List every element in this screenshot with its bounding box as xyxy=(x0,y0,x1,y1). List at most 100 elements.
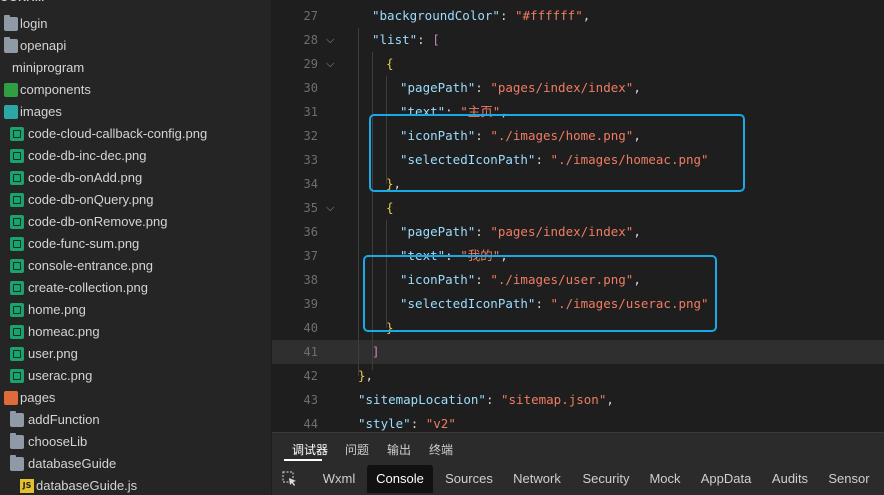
devtools-panel-tab[interactable]: Console xyxy=(367,465,433,493)
code-text: ] xyxy=(372,340,380,364)
code-token: : xyxy=(410,416,426,431)
code-token: "text" xyxy=(400,104,446,119)
tree-item[interactable]: chooseLib xyxy=(0,431,271,453)
code-text: { xyxy=(386,196,394,220)
code-text: "iconPath": "./images/home.png", xyxy=(400,124,641,148)
code-token: , xyxy=(606,392,614,407)
devtools-top-tab[interactable]: 问题 xyxy=(345,441,369,458)
devtools-panel-tab[interactable]: Network xyxy=(506,465,568,493)
line-number: 32 xyxy=(303,129,318,143)
devtools-panel-tab[interactable]: Wxml xyxy=(316,465,362,493)
devtools-top-tab[interactable]: 终端 xyxy=(429,441,453,458)
image-file-icon xyxy=(10,347,24,361)
tree-item-label: code-cloud-callback-config.png xyxy=(28,126,208,141)
tree-item[interactable]: home.png xyxy=(0,299,271,321)
tree-item[interactable]: code-db-onQuery.png xyxy=(0,189,271,211)
line-number: 41 xyxy=(303,345,318,359)
code-token: , xyxy=(633,128,641,143)
active-tab-underline xyxy=(284,459,322,461)
tree-item[interactable]: databaseGuide xyxy=(0,453,271,475)
tree-item[interactable]: code-cloud-callback-config.png xyxy=(0,123,271,145)
tree-item[interactable]: miniprogram xyxy=(0,57,271,79)
code-token: } xyxy=(358,368,366,383)
tree-item-label: create-collection.png xyxy=(28,280,148,295)
code-line[interactable]: 42}, xyxy=(272,364,884,388)
code-token: "pagePath" xyxy=(400,80,476,95)
tree-item[interactable]: images xyxy=(0,101,271,123)
code-line[interactable]: 34}, xyxy=(272,172,884,196)
code-text: "sitemapLocation": "sitemap.json", xyxy=(358,388,614,412)
code-line[interactable]: 33 "selectedIconPath": "./images/homeac.p… xyxy=(272,148,884,172)
code-token: "text" xyxy=(400,248,446,263)
tree-item[interactable]: create-collection.png xyxy=(0,277,271,299)
tree-item[interactable]: components xyxy=(0,79,271,101)
devtools-panel-tab[interactable]: Sources xyxy=(440,465,498,493)
tree-item[interactable]: login xyxy=(0,13,271,35)
fold-chevron-icon[interactable]: ⌵ xyxy=(326,200,334,216)
code-token: "style" xyxy=(358,416,411,431)
tree-item-label: user.png xyxy=(28,346,78,361)
indent-guide xyxy=(358,28,359,376)
tree-item[interactable]: addFunction xyxy=(0,409,271,431)
tree-item[interactable]: code-db-onAdd.png xyxy=(0,167,271,189)
tree-item[interactable]: pages xyxy=(0,387,271,409)
code-line[interactable]: 37 "text": "我的", xyxy=(272,244,884,268)
line-number: 36 xyxy=(303,225,318,239)
code-line[interactable]: 31 "text": "主页", xyxy=(272,100,884,124)
code-line[interactable]: 30 "pagePath": "pages/index/index", xyxy=(272,76,884,100)
tree-item[interactable]: code-func-sum.png xyxy=(0,233,271,255)
code-line[interactable]: 29 ⌵ { xyxy=(272,52,884,76)
code-line[interactable]: 35 ⌵ { xyxy=(272,196,884,220)
code-token: : xyxy=(475,128,491,143)
line-number: 29 xyxy=(303,57,318,71)
code-line[interactable]: 36 "pagePath": "pages/index/index", xyxy=(272,220,884,244)
code-line[interactable]: 28 ⌵ "list": [ xyxy=(272,28,884,52)
fold-chevron-icon[interactable]: ⌵ xyxy=(326,56,334,72)
code-editor[interactable]: 27 "backgroundColor": "#ffffff", 28 ⌵ "list"… xyxy=(272,0,884,432)
code-token: "sitemap.json" xyxy=(501,392,607,407)
code-line[interactable]: 27 "backgroundColor": "#ffffff", xyxy=(272,4,884,28)
code-token: : xyxy=(475,272,491,287)
code-line[interactable]: 43 "sitemapLocation": "sitemap.json", xyxy=(272,388,884,412)
js-file-icon: JS xyxy=(20,479,34,493)
code-token: : xyxy=(475,224,491,239)
devtools-panel-tab[interactable]: AppData xyxy=(696,465,756,493)
tree-item[interactable]: code-db-onRemove.png xyxy=(0,211,271,233)
code-line[interactable]: 38 "iconPath": "./images/user.png", xyxy=(272,268,884,292)
devtools-panel-tab[interactable]: Mock xyxy=(644,465,686,493)
code-line[interactable]: 44 "style": "v2" xyxy=(272,412,884,432)
tree-item[interactable]: userac.png xyxy=(0,365,271,387)
tree-item[interactable]: JS databaseGuide.js xyxy=(0,475,271,495)
code-line[interactable]: 39 "selectedIconPath": "./images/userac.p… xyxy=(272,292,884,316)
code-line[interactable]: 41] xyxy=(272,340,884,364)
code-token: : xyxy=(485,392,501,407)
tree-item-label: databaseGuide xyxy=(28,456,117,471)
tree-item-label: code-db-onQuery.png xyxy=(28,192,154,207)
code-text: "list": [ xyxy=(372,28,440,52)
code-text: }, xyxy=(358,364,373,388)
devtools-panel-tab[interactable]: Sensor xyxy=(824,465,874,493)
tree-item[interactable]: openapi xyxy=(0,35,271,57)
tree-item[interactable]: homeac.png xyxy=(0,321,271,343)
code-token: "iconPath" xyxy=(400,272,476,287)
code-token: "selectedIconPath" xyxy=(400,152,536,167)
tree-item[interactable]: user.png xyxy=(0,343,271,365)
fold-chevron-icon[interactable]: ⌵ xyxy=(326,32,334,48)
devtools-panel-tab[interactable]: Audits xyxy=(768,465,812,493)
image-file-icon xyxy=(10,259,24,273)
code-text: "backgroundColor": "#ffffff", xyxy=(372,4,590,28)
code-token: : xyxy=(475,80,491,95)
code-line[interactable]: 40} xyxy=(272,316,884,340)
tree-item[interactable]: console-entrance.png xyxy=(0,255,271,277)
tree-item[interactable]: code-db-inc-dec.png xyxy=(0,145,271,167)
code-line[interactable]: 32 "iconPath": "./images/home.png", xyxy=(272,124,884,148)
code-token: "./images/userac.png" xyxy=(550,296,709,311)
code-token: , xyxy=(633,272,641,287)
devtools-top-tab[interactable]: 调试器 xyxy=(292,441,328,458)
code-token: "pages/index/index" xyxy=(490,80,634,95)
devtools-panel-tab[interactable]: Security xyxy=(576,465,636,493)
components-folder-icon xyxy=(4,83,18,97)
inspect-cursor-icon[interactable] xyxy=(282,471,298,487)
tree-item-label: home.png xyxy=(28,302,86,317)
devtools-top-tab[interactable]: 输出 xyxy=(387,441,411,458)
